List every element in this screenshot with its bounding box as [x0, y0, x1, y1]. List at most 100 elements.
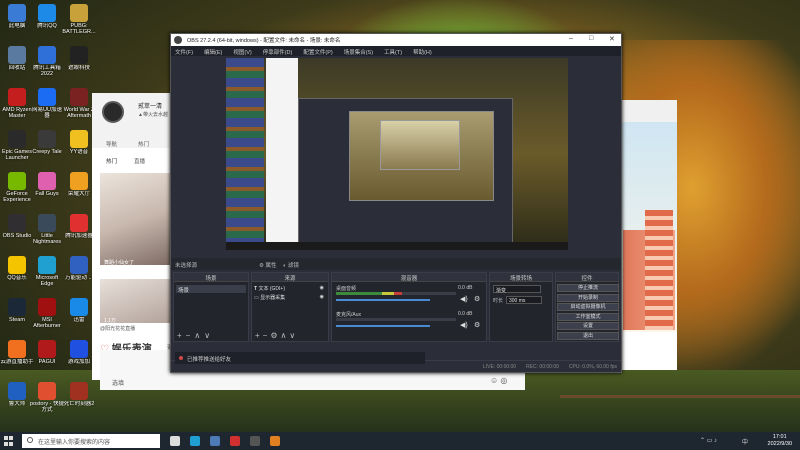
desktop-icon[interactable]: 遮眼科技 [62, 46, 96, 71]
menu-item[interactable]: 工具(T) [384, 50, 402, 56]
edge-icon[interactable] [190, 436, 200, 446]
minimize-button[interactable]: – [569, 35, 573, 42]
desktop-icon[interactable]: Fall Guys [30, 172, 64, 197]
menu-item[interactable]: 停靠部件(D) [263, 50, 293, 56]
desktop-icon[interactable]: Little Nightmares [30, 214, 64, 245]
control-button[interactable]: 启动虚拟摄像机 [557, 303, 619, 311]
source-name-display: 显示器采集 [260, 295, 286, 301]
desktop-icon[interactable]: 回收站 [0, 46, 34, 71]
desktop-icon[interactable]: Microsoft Edge [30, 256, 64, 287]
visibility-eye-icon[interactable]: ◉ [320, 294, 324, 300]
desktop-icon-label: 云游直播助手 [0, 359, 34, 365]
source-item-display[interactable]: ▭ 显示器采集 ◉ [254, 294, 326, 302]
menu-item[interactable]: 配置文件(P) [303, 50, 332, 56]
desktop-icon-label: PAGUI [38, 359, 56, 365]
qq-icon[interactable] [270, 436, 280, 446]
control-button[interactable]: 工作室模式 [557, 312, 619, 321]
duration-input[interactable]: 300 ms [506, 296, 542, 304]
desktop-icon-label: 回收站 [8, 65, 26, 71]
app-icon [8, 214, 26, 232]
speaker-icon[interactable]: ◀) [460, 295, 468, 303]
control-button[interactable]: 开始录制 [557, 293, 619, 302]
preview-taskbar [226, 242, 568, 250]
desktop-icon[interactable]: 腾讯加速器 [62, 214, 96, 239]
visibility-eye-icon[interactable]: ◉ [320, 285, 324, 291]
desktop-icon[interactable]: PAGUI [30, 340, 64, 365]
netease-icon[interactable] [230, 436, 240, 446]
obs-title-bar: OBS 27.2.4 (64-bit, windows) - 配置文件: 未命名… [171, 34, 621, 46]
bg-app-nav-1[interactable]: 导航 [106, 140, 117, 148]
desktop-icon[interactable]: 此电脑 [0, 4, 34, 29]
transition-select[interactable]: 渐变 [493, 285, 541, 294]
source-controls[interactable]: +−⚙∧∨ [255, 331, 298, 340]
obs-icon[interactable] [250, 436, 260, 446]
windows-start-icon[interactable] [4, 436, 14, 446]
record-dot-icon [179, 356, 183, 360]
desktop-icon[interactable]: Creepy Tale [30, 130, 64, 155]
notification-bar[interactable]: 已推荐推送给好友 [175, 352, 425, 364]
desktop-icon[interactable]: QQ音乐 [0, 256, 34, 281]
input-language[interactable]: 中 [742, 437, 748, 446]
desktop-icon[interactable]: GeForce Experience [0, 172, 34, 203]
mixer-channel-name: 桌面音频 [336, 286, 357, 292]
control-button[interactable]: 设置 [557, 322, 619, 330]
gear-icon[interactable]: ⚙ [474, 321, 480, 329]
desktop-icon[interactable]: 荣耀大厅 [62, 172, 96, 197]
desktop-icon[interactable]: Steam [0, 298, 34, 323]
desktop-icon[interactable]: Epic Games Launcher [0, 130, 34, 161]
desktop-icon[interactable]: OBS Studio [0, 214, 34, 239]
desktop-icon[interactable]: YY语音 [62, 130, 96, 155]
desktop-icon-label: 游戏加加 [67, 359, 90, 365]
taskbar-clock[interactable]: 17:01 2022/9/30 [768, 434, 792, 448]
maximize-button[interactable]: □ [589, 35, 593, 42]
tray-icons[interactable]: ⌃ ▭ ♪ [700, 437, 717, 444]
bg-app-nav-2[interactable]: 热门 [138, 140, 149, 148]
chat-input-hint[interactable]: 选填 [112, 378, 124, 387]
monitor-source-icon: ▭ [254, 295, 259, 301]
control-button[interactable]: 停止推流 [557, 284, 619, 292]
desktop-icon[interactable]: MSI Afterburner [30, 298, 64, 329]
taskbar-search-input[interactable]: 在这里输入你要搜索的内容 [22, 434, 160, 448]
scene-item[interactable]: 场景 [176, 285, 246, 294]
filters-button[interactable]: ◐ 滤镜 [283, 261, 299, 269]
speaker-icon[interactable]: ◀) [460, 321, 468, 329]
bg-app-subnav-live[interactable]: 直播 [134, 157, 145, 165]
control-button[interactable]: 退出 [557, 331, 619, 340]
menu-item[interactable]: 编辑(E) [204, 50, 222, 56]
video-thumbnail-1[interactable] [100, 173, 180, 265]
source-item-text[interactable]: T 文本 (GDI+) ◉ [254, 285, 326, 293]
gear-icon[interactable]: ⚙ [474, 295, 480, 303]
obs-window[interactable]: OBS 27.2.4 (64-bit, windows) - 配置文件: 未命名… [170, 33, 622, 373]
emoji-icon[interactable]: ☺ ◎ [490, 376, 507, 385]
bg-app-subnav-hot[interactable]: 热门 [106, 157, 117, 165]
steam-icon[interactable] [210, 436, 220, 446]
desktop-icon[interactable]: 腾讯工具箱 2022 [30, 46, 64, 77]
desktop-icon[interactable]: 腾讯QQ [30, 4, 64, 29]
menu-item[interactable]: 场景集合(S) [344, 50, 373, 56]
volume-slider[interactable] [336, 299, 430, 301]
close-button[interactable]: ✕ [609, 35, 615, 43]
menu-item[interactable]: 文件(F) [175, 50, 193, 56]
obs-preview[interactable] [226, 58, 568, 250]
menu-item[interactable]: 视图(V) [233, 50, 251, 56]
desktop-icon[interactable]: 云游直播助手 [0, 340, 34, 365]
desktop-icon[interactable]: 迅雷 [62, 298, 96, 323]
desktop-icon[interactable]: 游戏加加 [62, 340, 96, 365]
task-view-icon[interactable] [170, 436, 180, 446]
desktop-icon[interactable]: 死亡时刻器2 [62, 382, 96, 407]
desktop-icon[interactable]: 万能驱动 ... [62, 256, 96, 281]
desktop-icon-label: postory - 快捷方式 [30, 401, 64, 414]
properties-button[interactable]: ⚙ 属性 [259, 261, 276, 269]
scene-controls[interactable]: +−∧∨ [177, 331, 214, 340]
desktop-icon[interactable]: 鲁大师 [0, 382, 34, 407]
menu-item[interactable]: 帮助(H) [413, 50, 432, 56]
desktop-icon[interactable]: 网易UU加速器 [30, 88, 64, 119]
right-app-window[interactable] [615, 100, 677, 370]
desktop-icon[interactable]: AMD Ryzen Master [0, 88, 34, 119]
volume-slider[interactable] [336, 325, 430, 327]
avatar[interactable] [102, 101, 124, 123]
desktop-icon[interactable]: PUBG: BATTLEGR... [62, 4, 96, 35]
transitions-header: 场景转场 [490, 273, 552, 282]
desktop-icon[interactable]: World War Z Aftermath [62, 88, 96, 119]
desktop-icon[interactable]: postory - 快捷方式 [30, 382, 64, 413]
